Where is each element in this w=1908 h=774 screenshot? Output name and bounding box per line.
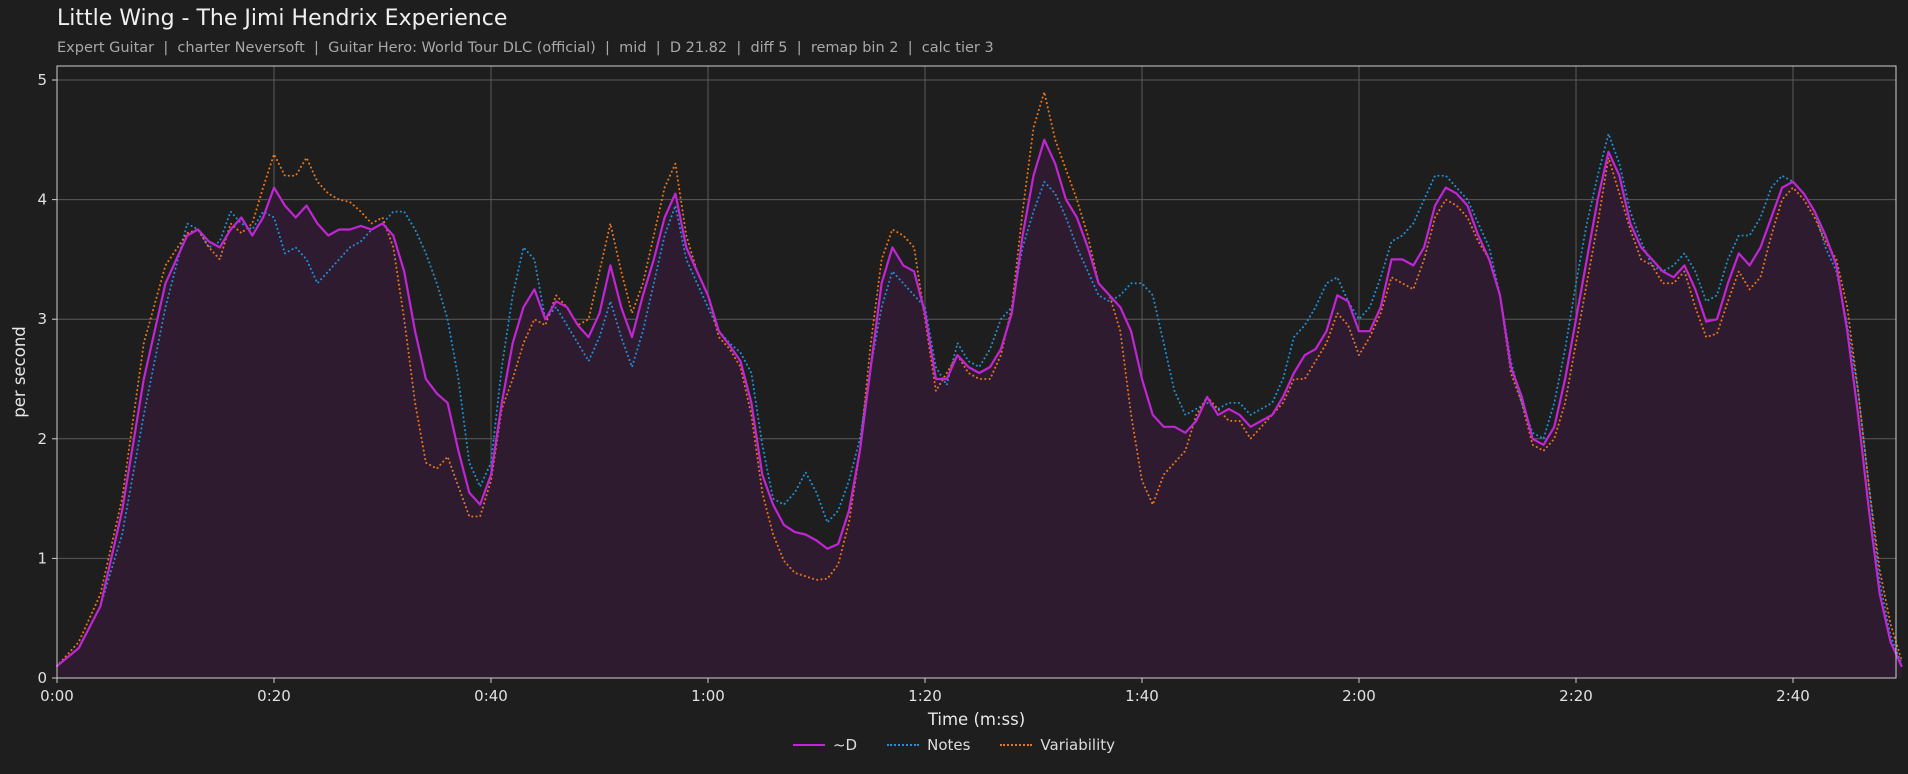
x-tick-label: 2:40 (1776, 687, 1810, 705)
y-tick-label: 2 (37, 430, 47, 448)
x-axis-label: Time (m:ss) (927, 710, 1025, 729)
y-tick-label: 5 (37, 71, 47, 89)
legend-label: ~D (832, 736, 858, 754)
y-tick-label: 1 (37, 549, 47, 567)
legend-item: Notes (887, 736, 970, 754)
x-tick-label: 2:20 (1559, 687, 1593, 705)
line-chart: 0:00 0:20 0:40 1:00 1:20 1:40 2:00 2:20 2:40 0 1 2 3… (10, 65, 1903, 729)
legend-swatch (1000, 744, 1033, 746)
legend-swatch (887, 744, 920, 746)
y-tick-label: 3 (37, 310, 47, 328)
x-tick-label: 1:40 (1125, 687, 1159, 705)
y-axis-label: per second (10, 326, 29, 418)
chart-legend: ~D Notes Variability (0, 736, 1908, 754)
x-tick-label: 1:00 (691, 687, 725, 705)
legend-item: ~D (792, 736, 858, 754)
x-tick-label: 1:20 (908, 687, 942, 705)
legend-swatch (792, 744, 825, 746)
legend-label: Notes (927, 736, 971, 754)
x-tick-label: 0:20 (257, 687, 291, 705)
x-tick-label: 0:40 (474, 687, 508, 705)
y-tick-label: 4 (37, 191, 47, 209)
y-tick-label: 0 (37, 669, 47, 687)
x-tick-label: 2:00 (1342, 687, 1376, 705)
legend-item: Variability (1000, 736, 1115, 754)
legend-label: Variability (1040, 736, 1116, 754)
x-tick-label: 0:00 (40, 687, 74, 705)
